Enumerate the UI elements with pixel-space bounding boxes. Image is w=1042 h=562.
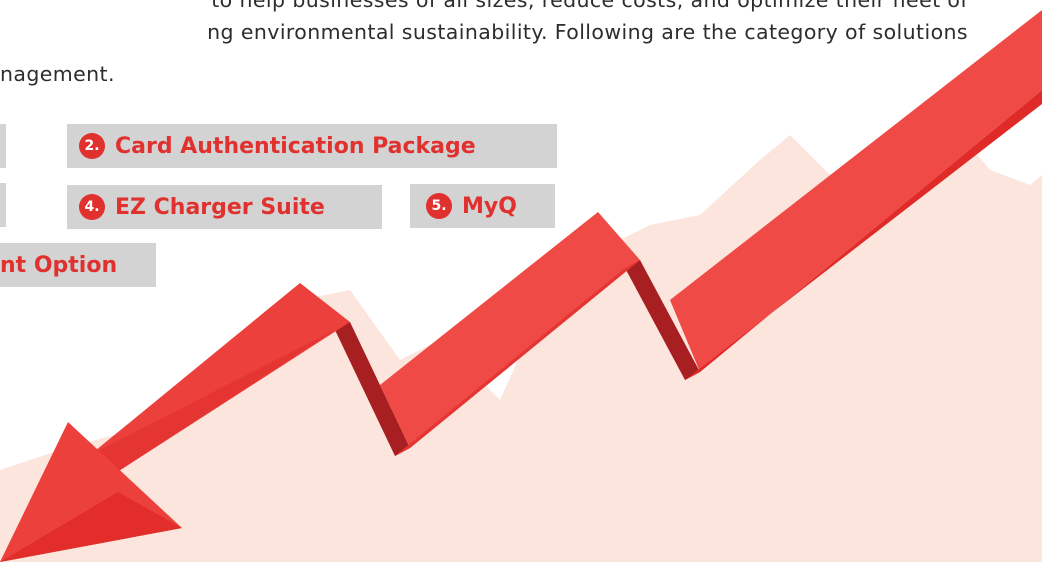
red-arrow-graphic <box>0 10 1042 562</box>
option-pill-fragment-3 <box>0 183 6 227</box>
option-label: EZ Charger Suite <box>115 194 325 220</box>
option-label: Card Authentication Package <box>115 133 476 159</box>
option-card-authentication-package[interactable]: 2. Card Authentication Package <box>67 124 557 168</box>
option-payment-option[interactable]: nt Option <box>0 243 156 287</box>
option-pill-fragment-1 <box>0 124 6 168</box>
intro-line-1: to help businesses of all sizes, reduce … <box>211 0 968 12</box>
option-number-badge: 2. <box>79 133 105 159</box>
option-myq[interactable]: 5. MyQ <box>410 184 555 228</box>
option-number-badge: 4. <box>79 194 105 220</box>
intro-line-2: ng environmental sustainability. Followi… <box>207 20 968 44</box>
option-number-badge: 5. <box>426 193 452 219</box>
option-label: MyQ <box>462 193 517 219</box>
option-ez-charger-suite[interactable]: 4. EZ Charger Suite <box>67 185 382 229</box>
option-label: nt Option <box>0 252 118 278</box>
